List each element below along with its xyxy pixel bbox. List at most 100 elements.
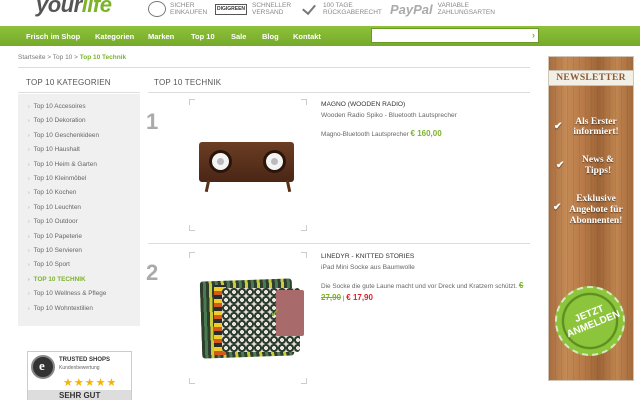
page: yourlife SICHER EINKAUFEN DIGIGREEN SCHNE… [0, 0, 640, 400]
chevron-right-icon: › [28, 132, 30, 139]
sidebar-item[interactable]: › Top 10 Dekoration [28, 117, 86, 124]
rank-number: 1 [146, 109, 159, 134]
chevron-right-icon: › [28, 305, 30, 312]
divider [18, 67, 530, 68]
usp-line: ZAHLUNGSARTEN [437, 9, 495, 16]
product-description: Magno-Bluetooth Lautsprecher € 160,00 [321, 128, 533, 140]
product-title[interactable]: LINEDYR - KNITTED STORIES [321, 253, 414, 260]
nav-item-kategorien[interactable]: Kategorien [95, 32, 134, 41]
chevron-right-icon: › [28, 104, 30, 110]
chevron-right-icon: › [28, 219, 30, 226]
seal-icon [148, 1, 166, 17]
breadcrumb-current: Top 10 Technik [79, 54, 127, 61]
chevron-right-icon: › [28, 118, 30, 125]
divider [18, 92, 140, 93]
usp-line: SICHER [170, 2, 195, 9]
usp-return: 100 TAGE RÜCKGABERECHT [301, 0, 382, 18]
chevron-right-icon: › [28, 161, 30, 168]
sidebar-item[interactable]: › Top 10 Heim & Garten [28, 161, 97, 168]
usp-secure: SICHER EINKAUFEN [148, 0, 207, 18]
sidebar-item-label: Top 10 Wohntextilien [33, 304, 93, 312]
logo-accent: life [81, 0, 112, 17]
sidebar-title: TOP 10 KATEGORIEN [26, 78, 111, 87]
sidebar-item[interactable]: › Top 10 Wohntextilien [28, 305, 93, 312]
usp-line: EINKAUFEN [170, 9, 208, 16]
newsletter-line: Abonnenten! [569, 216, 623, 226]
product-desc-text: Die Socke die gute Laune macht und vor D… [321, 283, 518, 290]
nav-item-marken[interactable]: Marken [148, 32, 174, 41]
sidebar-item[interactable]: › Top 10 Wellness & Pflege [28, 290, 106, 297]
speaker-icon [209, 150, 232, 173]
product-description: Die Socke die gute Laune macht und vor D… [321, 280, 533, 304]
usp-line: SCHNELLER [252, 2, 292, 9]
chevron-right-icon: › [28, 291, 30, 298]
sidebar-item-label: Top 10 Wellness & Pflege [33, 290, 107, 298]
sidebar-item[interactable]: › TOP 10 TECHNIK [28, 276, 86, 283]
chevron-right-icon: › [28, 248, 30, 254]
nav-item-frisch[interactable]: Frisch im Shop [26, 32, 80, 41]
chevron-right-icon: › [28, 233, 30, 240]
nav-item-sale[interactable]: Sale [231, 32, 246, 41]
product-image-radio[interactable] [199, 142, 294, 182]
sidebar-item[interactable]: › Top 10 Sport [28, 261, 70, 268]
sidebar-item-label: Top 10 Geschenkideen [33, 131, 100, 139]
sidebar-item[interactable]: › Top 10 Papeterie [28, 233, 82, 240]
usp-shipping: DIGIGREEN SCHNELLER VERSAND [215, 0, 291, 18]
sidebar-item[interactable]: › Top 10 Kochen [28, 189, 76, 196]
sidebar-item-label: Top 10 Outdoor [33, 218, 78, 226]
product-subtitle: Wooden Radio Spiko - Bluetooth Lautsprec… [321, 112, 457, 119]
nav-item-kontakt[interactable]: Kontakt [293, 32, 321, 41]
sidebar-item-label: Top 10 Papeterie [33, 232, 82, 240]
check-icon [301, 2, 319, 16]
product-sale-price: € 17,90 [346, 293, 373, 302]
newsletter-line: Als Erster [575, 117, 617, 127]
sidebar-item[interactable]: › Top 10 Haushalt [28, 146, 80, 153]
nav-item-blog[interactable]: Blog [262, 32, 279, 41]
speaker-icon [263, 150, 286, 173]
logo[interactable]: yourlife [36, 0, 112, 18]
sidebar-item-label: Top 10 Kochen [33, 189, 77, 197]
product-title[interactable]: MAGNO (WOODEN RADIO) [321, 101, 405, 108]
sidebar-item-label: Top 10 Dekoration [33, 117, 86, 125]
newsletter-line: Angebote für [569, 205, 623, 215]
sidebar-item[interactable]: › Top 10 Leuchten [28, 204, 81, 211]
newsletter-line: News & [582, 155, 614, 165]
breadcrumb-home[interactable]: Startseite [18, 54, 45, 61]
nav-item-top10[interactable]: Top 10 [191, 32, 215, 41]
sidebar-item-label: Top 10 Sport [33, 261, 70, 269]
newsletter-line: Tipps! [584, 166, 612, 176]
trusted-shops-name: TRUSTED SHOPS [59, 357, 111, 363]
sidebar-item[interactable]: › Top 10 Kleinmöbel [28, 175, 86, 182]
divider [148, 92, 530, 93]
sidebar-item-label: Top 10 Kleinmöbel [33, 175, 87, 182]
shipping-logo: DIGIGREEN [215, 3, 247, 15]
trusted-shops-badge[interactable]: TRUSTED SHOPS Kundenbewertung ★★★★★ SEHR… [27, 351, 132, 400]
main-nav: Frisch im Shop Kategorien Marken Top 10 … [0, 26, 640, 46]
product-price: € 160,00 [410, 129, 442, 138]
page-title: TOP 10 TECHNIK [154, 78, 222, 87]
sidebar-item[interactable]: › Top 10 Accesoires [28, 103, 86, 110]
trusted-shops-sub: Kundenbewertung [59, 365, 100, 371]
usp-line: 100 TAGE [323, 2, 353, 9]
usp-payment: PayPal VARIABLE ZAHLUNGSARTEN [390, 0, 495, 18]
sidebar-item[interactable]: › Top 10 Servieren [28, 247, 82, 254]
sidebar-item-label: TOP 10 TECHNIK [33, 275, 86, 283]
sidebar-item[interactable]: › Top 10 Outdoor [28, 218, 78, 225]
chevron-right-icon: › [28, 262, 30, 269]
sidebar-item[interactable]: › Top 10 Geschenkideen [28, 132, 99, 139]
rating-grade: SEHR GUT [28, 390, 131, 400]
rank-number: 2 [146, 260, 159, 285]
search-input[interactable]: › [371, 28, 539, 43]
sidebar-item-label: Top 10 Servieren [33, 247, 82, 254]
logo-main: your [36, 0, 82, 17]
newsletter-title: NEWSLETTER [549, 70, 633, 86]
breadcrumb-separator: > [74, 54, 78, 61]
chevron-right-icon[interactable]: › [532, 30, 535, 40]
chevron-right-icon: › [28, 176, 30, 182]
sock-pink [276, 290, 304, 336]
header: yourlife SICHER EINKAUFEN DIGIGREEN SCHNE… [0, 0, 640, 24]
sidebar-item-label: Top 10 Accesoires [33, 103, 86, 110]
usp-line: VERSAND [252, 9, 284, 16]
newsletter-line: informiert! [573, 127, 619, 137]
breadcrumb-top10[interactable]: Top 10 [53, 54, 73, 61]
